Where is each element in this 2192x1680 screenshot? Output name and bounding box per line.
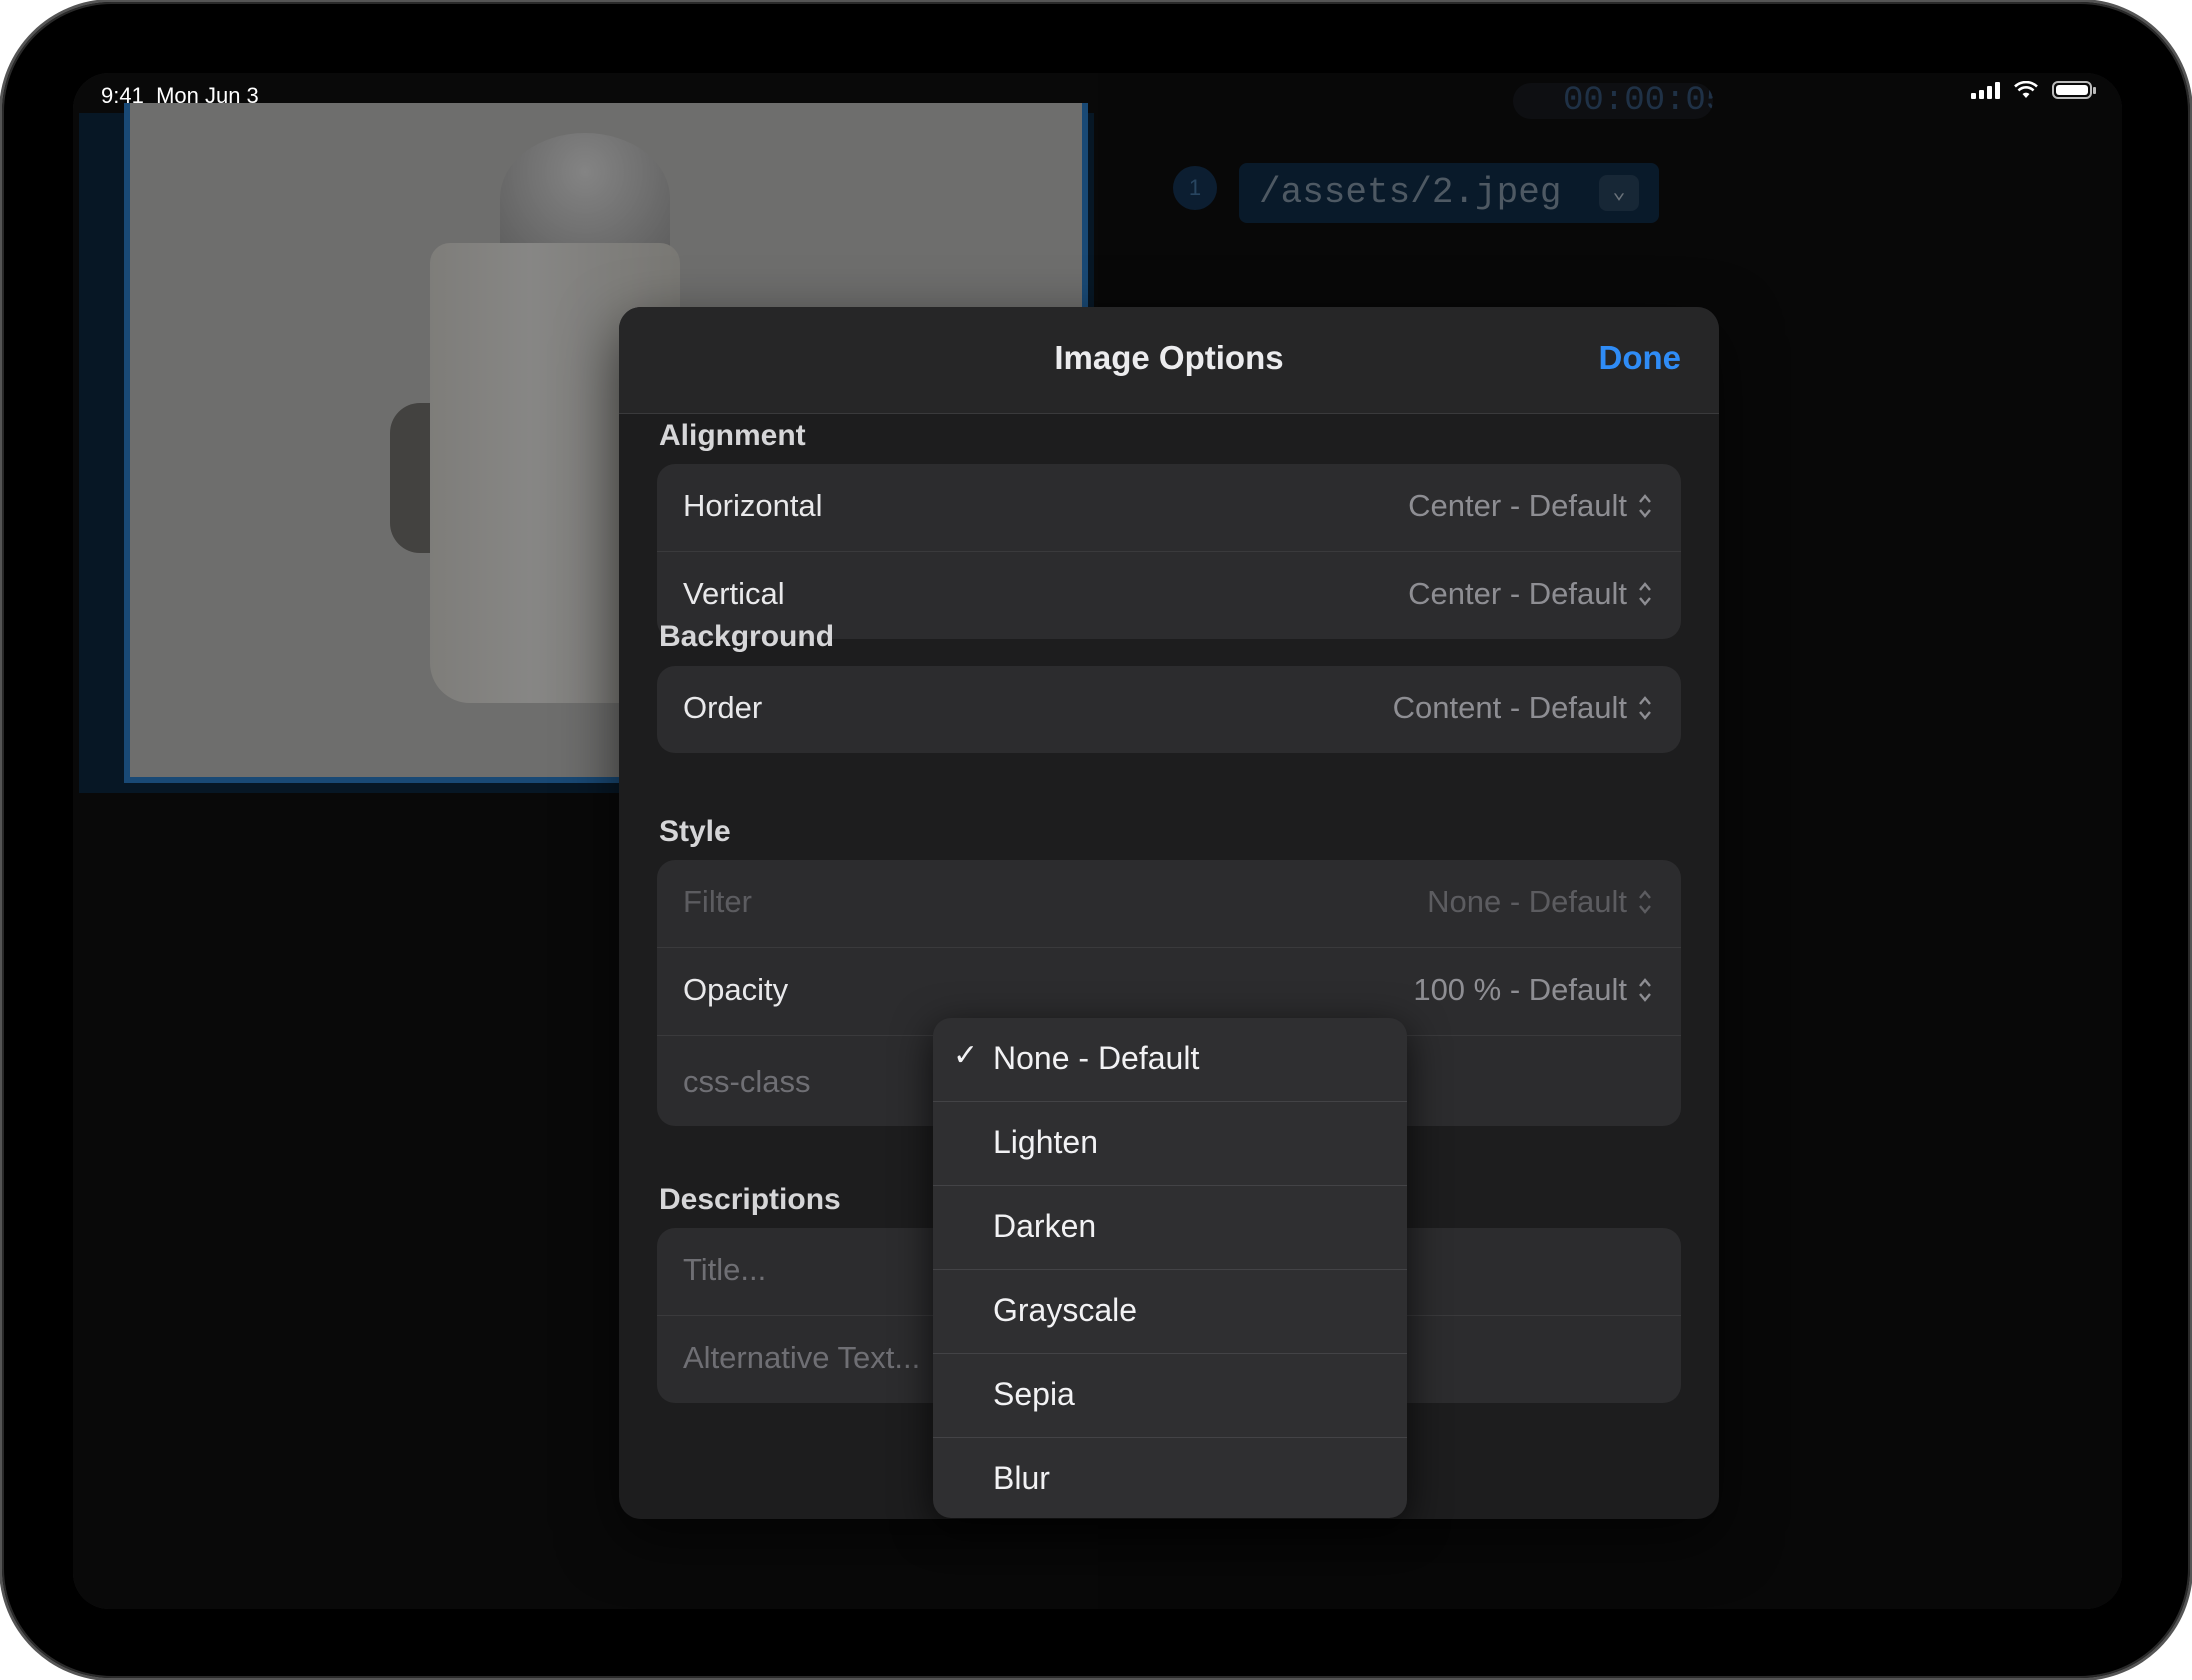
device-frame: 00:00:05 1 /assets/2.jpeg ⌄ 9:41 Mon Jun… — [2, 2, 2190, 1678]
descriptions-section-label: Descriptions — [659, 1183, 841, 1216]
vertical-label: Vertical — [683, 576, 785, 611]
status-time-date: 9:41 Mon Jun 3 — [101, 83, 259, 109]
menu-item-label: Darken — [993, 1208, 1097, 1244]
css-class-field[interactable]: css-class — [683, 1064, 810, 1100]
menu-item-none[interactable]: ✓ None - Default — [933, 1018, 1407, 1102]
menu-item-darken[interactable]: Darken — [933, 1186, 1407, 1270]
battery-level — [2056, 85, 2088, 95]
vertical-value: Center - Default — [1408, 576, 1627, 611]
horizontal-picker[interactable]: Center - Default — [1408, 488, 1653, 524]
alignment-section-label: Alignment — [659, 419, 806, 452]
horizontal-value: Center - Default — [1408, 488, 1627, 523]
up-down-chevron-icon — [1639, 582, 1651, 606]
status-icons — [1971, 81, 2096, 99]
status-time: 9:41 — [101, 83, 144, 108]
cellular-signal-icon — [1971, 81, 2000, 99]
background-section-label: Background — [659, 620, 835, 653]
filter-label: Filter — [683, 884, 752, 919]
filter-dropdown-menu: ✓ None - Default Lighten Darken Grayscal… — [933, 1018, 1407, 1518]
menu-item-grayscale[interactable]: Grayscale — [933, 1270, 1407, 1354]
opacity-picker[interactable]: 100 % - Default — [1413, 972, 1653, 1008]
menu-item-label: None - Default — [993, 1040, 1200, 1076]
checkmark-icon: ✓ — [953, 1039, 979, 1072]
menu-item-label: Blur — [993, 1460, 1050, 1496]
menu-item-sepia[interactable]: Sepia — [933, 1354, 1407, 1438]
menu-item-label: Lighten — [993, 1124, 1098, 1160]
screen: 00:00:05 1 /assets/2.jpeg ⌄ 9:41 Mon Jun… — [73, 73, 2122, 1609]
horizontal-label: Horizontal — [683, 488, 823, 523]
up-down-chevron-icon — [1639, 890, 1651, 914]
done-button[interactable]: Done — [1599, 339, 1682, 377]
opacity-label: Opacity — [683, 972, 789, 1007]
filter-row[interactable]: Filter None - Default — [657, 860, 1681, 948]
vertical-picker[interactable]: Center - Default — [1408, 576, 1653, 612]
up-down-chevron-icon — [1639, 696, 1651, 720]
filter-value: None - Default — [1427, 884, 1627, 919]
background-group: Order Content - Default — [657, 666, 1681, 753]
filter-picker[interactable]: None - Default — [1427, 884, 1653, 920]
up-down-chevron-icon — [1639, 494, 1651, 518]
status-bar: 9:41 Mon Jun 3 — [73, 73, 2122, 113]
alignment-group: Horizontal Center - Default Vertical Cen… — [657, 464, 1681, 639]
wifi-icon — [2014, 81, 2038, 99]
order-row[interactable]: Order Content - Default — [657, 666, 1681, 753]
order-value: Content - Default — [1392, 690, 1627, 725]
title-field[interactable]: Title... — [683, 1252, 766, 1288]
battery-icon — [2052, 81, 2096, 99]
status-date: Mon Jun 3 — [156, 83, 259, 108]
menu-item-label: Grayscale — [993, 1292, 1138, 1328]
menu-item-lighten[interactable]: Lighten — [933, 1102, 1407, 1186]
up-down-chevron-icon — [1639, 978, 1651, 1002]
sheet-title: Image Options — [1054, 339, 1284, 376]
order-picker[interactable]: Content - Default — [1393, 690, 1653, 726]
style-section-label: Style — [659, 815, 731, 848]
opacity-value: 100 % - Default — [1413, 972, 1627, 1007]
menu-item-label: Sepia — [993, 1376, 1075, 1412]
menu-item-blur[interactable]: Blur — [933, 1438, 1407, 1518]
horizontal-row[interactable]: Horizontal Center - Default — [657, 464, 1681, 552]
sheet-header: Image Options Done — [619, 307, 1719, 414]
order-label: Order — [683, 690, 763, 725]
alt-text-field[interactable]: Alternative Text... — [683, 1340, 920, 1376]
